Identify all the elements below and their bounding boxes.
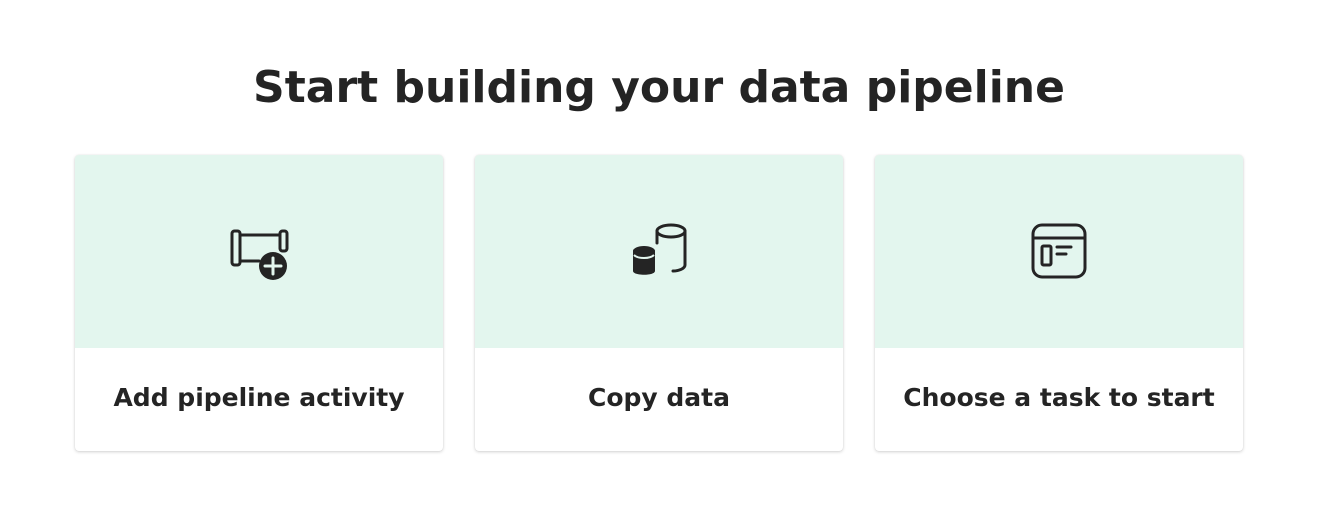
database-copy-icon	[629, 221, 689, 281]
card-label: Add pipeline activity	[113, 383, 405, 412]
choose-task-card[interactable]: Choose a task to start	[875, 155, 1243, 451]
page-title: Start building your data pipeline	[253, 62, 1065, 113]
card-illustration-area	[475, 155, 843, 348]
add-pipeline-activity-card[interactable]: Add pipeline activity	[75, 155, 443, 451]
card-illustration-area	[875, 155, 1243, 348]
pipeline-add-icon	[229, 221, 289, 281]
card-label: Copy data	[587, 383, 730, 412]
card-label: Choose a task to start	[903, 383, 1215, 412]
copy-data-card[interactable]: Copy data	[475, 155, 843, 451]
card-illustration-area	[75, 155, 443, 348]
template-window-icon	[1029, 221, 1089, 281]
pipeline-start-page: Start building your data pipeline Add pi…	[0, 0, 1324, 516]
